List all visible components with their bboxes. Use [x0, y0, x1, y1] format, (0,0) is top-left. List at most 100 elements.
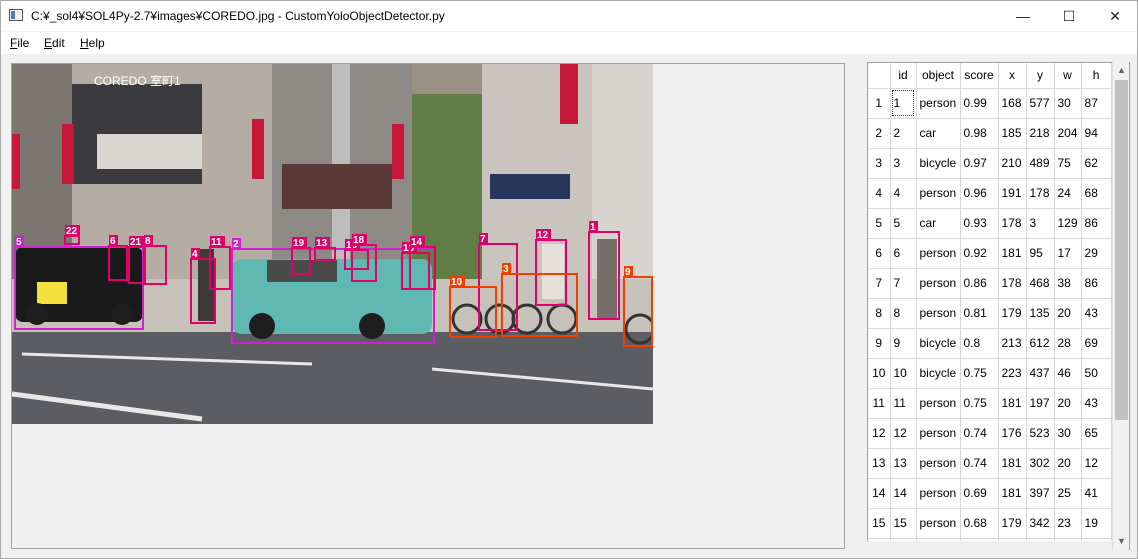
table-row[interactable]: 1 1 person 0.99 168 577 30 87 [868, 88, 1112, 119]
table-cell-object[interactable]: person [916, 388, 961, 419]
row-header[interactable]: 11 [868, 388, 891, 419]
table-cell-h[interactable]: 68 [1081, 178, 1112, 209]
table-cell-id[interactable]: 12 [890, 418, 917, 449]
table-cell-h[interactable]: 43 [1081, 388, 1112, 419]
table-cell-y[interactable]: 489 [1026, 148, 1055, 179]
table-cell-h[interactable]: 62 [1081, 148, 1112, 179]
table-cell-y[interactable]: 197 [1026, 388, 1055, 419]
table-row[interactable]: 6 6 person 0.92 181 95 17 29 [868, 238, 1112, 269]
table-row[interactable]: 12 12 person 0.74 176 523 30 65 [868, 418, 1112, 449]
table-cell-w[interactable]: 129 [1054, 208, 1082, 239]
table-vertical-scrollbar[interactable]: ▲ ▼ [1112, 62, 1129, 550]
table-cell-id[interactable]: 2 [890, 118, 917, 149]
table-cell-w[interactable]: 38 [1054, 268, 1082, 299]
table-cell-y[interactable]: 218 [1026, 118, 1055, 149]
table-row[interactable]: 13 13 person 0.74 181 302 20 12 [868, 448, 1112, 479]
table-cell-y[interactable]: 523 [1026, 418, 1055, 449]
table-cell-object[interactable]: person [916, 88, 961, 119]
table-cell-y[interactable]: 95 [1026, 238, 1055, 269]
table-cell-y[interactable]: 397 [1026, 478, 1055, 509]
table-cell-id[interactable]: 15 [890, 508, 917, 539]
table-cell-x[interactable]: 168 [998, 88, 1027, 119]
table-row[interactable]: 7 7 person 0.86 178 468 38 86 [868, 268, 1112, 299]
table-cell-x[interactable]: 179 [998, 298, 1027, 329]
column-header-x[interactable]: x [998, 63, 1027, 89]
table-cell-score[interactable]: 0.69 [960, 478, 999, 509]
table-cell-w[interactable]: 46 [1054, 358, 1082, 389]
image-view-panel[interactable]: COREDO 室町1 5 22 6 21 8 4 11 2 19 13 15 1… [11, 63, 845, 549]
column-header-score[interactable]: score [960, 63, 999, 89]
table-cell-y[interactable]: 468 [1026, 268, 1055, 299]
table-cell-w[interactable]: 30 [1054, 418, 1082, 449]
title-bar[interactable]: C:¥_sol4¥SOL4Py-2.7¥images¥COREDO.jpg - … [1, 1, 1137, 31]
menu-file[interactable]: File [10, 36, 29, 50]
table-cell-score[interactable]: 0.74 [960, 418, 999, 449]
table-row[interactable]: 8 8 person 0.81 179 135 20 43 [868, 298, 1112, 329]
table-cell-x[interactable]: 213 [998, 328, 1027, 359]
table-cell-y[interactable]: 135 [1026, 298, 1055, 329]
row-header[interactable]: 13 [868, 448, 891, 479]
table-cell-score[interactable]: 0.93 [960, 208, 999, 239]
table-cell-x[interactable]: 181 [998, 448, 1027, 479]
scroll-thumb[interactable] [1115, 80, 1128, 420]
table-cell-object[interactable]: car [916, 208, 961, 239]
table-cell-id[interactable]: 4 [890, 178, 917, 209]
table-row[interactable]: 15 15 person 0.68 179 342 23 19 [868, 508, 1112, 539]
table-cell-object[interactable]: person [916, 238, 961, 269]
table-row[interactable]: 10 10 bicycle 0.75 223 437 46 50 [868, 358, 1112, 389]
table-cell-w[interactable]: 17 [1054, 238, 1082, 269]
table-cell-y[interactable]: 612 [1026, 328, 1055, 359]
scroll-up-icon[interactable]: ▲ [1113, 62, 1130, 79]
table-cell-h[interactable]: 43 [1081, 298, 1112, 329]
table-cell-object[interactable]: person [916, 478, 961, 509]
row-header[interactable]: 4 [868, 178, 891, 209]
table-cell-id[interactable]: 1 [890, 88, 917, 119]
table-cell-x[interactable]: 178 [998, 208, 1027, 239]
table-cell-x[interactable]: 223 [998, 358, 1027, 389]
table-cell-h[interactable]: 50 [1081, 358, 1112, 389]
table-cell-h[interactable]: 65 [1081, 418, 1112, 449]
table-cell-h[interactable]: 86 [1081, 268, 1112, 299]
table-cell-x[interactable]: 176 [998, 418, 1027, 449]
table-row[interactable]: 3 3 bicycle 0.97 210 489 75 62 [868, 148, 1112, 179]
table-cell-h[interactable]: 69 [1081, 328, 1112, 359]
row-header[interactable]: 3 [868, 148, 891, 179]
table-cell-h[interactable]: 19 [1081, 508, 1112, 539]
table-cell-object[interactable]: bicycle [916, 148, 961, 179]
table-cell-id[interactable]: 11 [890, 388, 917, 419]
row-header[interactable]: 12 [868, 418, 891, 449]
table-cell-id[interactable]: 7 [890, 268, 917, 299]
table-cell-score[interactable]: 0.99 [960, 88, 999, 119]
maximize-button[interactable]: ☐ [1046, 1, 1092, 31]
row-header[interactable]: 10 [868, 358, 891, 389]
column-header-object[interactable]: object [916, 63, 961, 89]
table-cell-x[interactable]: 181 [998, 388, 1027, 419]
table-cell-w[interactable]: 28 [1054, 328, 1082, 359]
table-row[interactable]: 5 5 car 0.93 178 3 129 86 [868, 208, 1112, 239]
table-cell-y[interactable]: 178 [1026, 178, 1055, 209]
table-cell-score[interactable]: 0.75 [960, 388, 999, 419]
scroll-down-icon[interactable]: ▼ [1113, 533, 1130, 550]
column-header-id[interactable]: id [890, 63, 917, 89]
table-cell-w[interactable]: 204 [1054, 118, 1082, 149]
table-cell-y[interactable]: 577 [1026, 88, 1055, 119]
table-cell-score[interactable]: 0.8 [960, 328, 999, 359]
row-header[interactable]: 9 [868, 328, 891, 359]
table-cell-object[interactable]: person [916, 448, 961, 479]
row-header[interactable]: 7 [868, 268, 891, 299]
table-cell-x[interactable]: 178 [998, 268, 1027, 299]
minimize-button[interactable]: — [1000, 1, 1046, 31]
table-row[interactable]: 4 4 person 0.96 191 178 24 68 [868, 178, 1112, 209]
table-cell-w[interactable]: 25 [1054, 478, 1082, 509]
table-cell-score[interactable]: 0.97 [960, 148, 999, 179]
table-cell-h[interactable]: 87 [1081, 88, 1112, 119]
table-cell-w[interactable]: 75 [1054, 148, 1082, 179]
table-cell-object[interactable]: person [916, 178, 961, 209]
table-cell-score[interactable]: 0.92 [960, 238, 999, 269]
table-cell-w[interactable]: 24 [1054, 178, 1082, 209]
table-cell-x[interactable]: 210 [998, 148, 1027, 179]
table-cell-y[interactable]: 437 [1026, 358, 1055, 389]
table-cell-x[interactable]: 181 [998, 238, 1027, 269]
table-cell-h[interactable]: 12 [1081, 448, 1112, 479]
row-header[interactable]: 5 [868, 208, 891, 239]
